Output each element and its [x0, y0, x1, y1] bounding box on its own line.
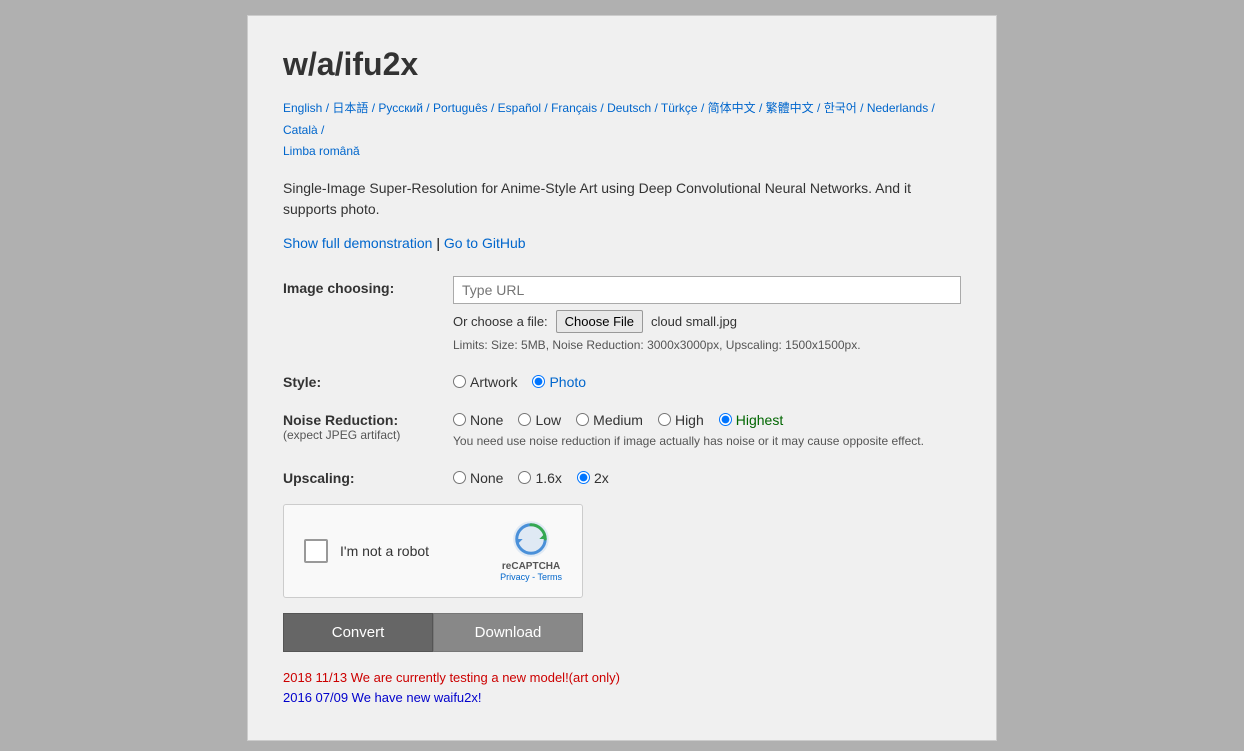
captcha-right: reCAPTCHA Privacy - Terms	[500, 520, 562, 582]
noise-medium-option[interactable]: Medium	[576, 412, 643, 428]
file-name: cloud small.jpg	[651, 314, 737, 329]
upscaling-16x-radio[interactable]	[518, 471, 531, 484]
noise-note: You need use noise reduction if image ac…	[453, 434, 961, 448]
upscaling-none-option[interactable]: None	[453, 470, 503, 486]
url-input[interactable]	[453, 276, 961, 304]
noise-high-option[interactable]: High	[658, 412, 704, 428]
image-choosing-label: Image choosing:	[283, 276, 453, 296]
noise-low-label: Low	[535, 412, 561, 428]
news-item-2: 2016 07/09 We have new waifu2x!	[283, 690, 961, 705]
download-button[interactable]: Download	[433, 613, 583, 652]
captcha-left: I'm not a robot	[304, 539, 429, 563]
style-artwork-option[interactable]: Artwork	[453, 374, 517, 390]
lang-spanish[interactable]: Español	[498, 101, 541, 115]
lang-english[interactable]: English	[283, 101, 322, 115]
lang-romanian[interactable]: Limba română	[283, 144, 360, 158]
upscaling-row: Upscaling: None 1.6x 2x	[283, 466, 961, 486]
style-label: Style:	[283, 370, 453, 390]
upscaling-label: Upscaling:	[283, 466, 453, 486]
noise-reduction-row: Noise Reduction: (expect JPEG artifact) …	[283, 408, 961, 448]
lang-russian[interactable]: Русский	[378, 101, 423, 115]
noise-low-option[interactable]: Low	[518, 412, 561, 428]
style-artwork-radio[interactable]	[453, 375, 466, 388]
buttons-row: Convert Download	[283, 613, 583, 652]
upscaling-2x-label: 2x	[594, 470, 609, 486]
noise-medium-label: Medium	[593, 412, 643, 428]
limits-text: Limits: Size: 5MB, Noise Reduction: 3000…	[453, 338, 961, 352]
choose-file-button[interactable]: Choose File	[556, 310, 643, 333]
noise-none-option[interactable]: None	[453, 412, 503, 428]
noise-reduction-controls: None Low Medium High Highest	[453, 408, 961, 448]
lang-korean[interactable]: 한국어	[824, 101, 857, 115]
image-choosing-row: Image choosing: Or choose a file: Choose…	[283, 276, 961, 352]
lang-portuguese[interactable]: Português	[433, 101, 488, 115]
style-photo-label: Photo	[549, 374, 586, 390]
site-title: w/a/ifu2x	[283, 46, 961, 83]
noise-reduction-sublabel: (expect JPEG artifact)	[283, 428, 453, 442]
show-demo-link[interactable]: Show full demonstration	[283, 235, 432, 251]
convert-button[interactable]: Convert	[283, 613, 433, 652]
description: Single-Image Super-Resolution for Anime-…	[283, 178, 961, 220]
captcha-checkbox[interactable]	[304, 539, 328, 563]
noise-high-label: High	[675, 412, 704, 428]
noise-highest-radio[interactable]	[719, 413, 732, 426]
lang-japanese[interactable]: 日本語	[332, 101, 368, 115]
or-choose-label: Or choose a file:	[453, 314, 548, 329]
captcha-label: I'm not a robot	[340, 543, 429, 559]
noise-none-radio[interactable]	[453, 413, 466, 426]
noise-medium-radio[interactable]	[576, 413, 589, 426]
lang-simplified-chinese[interactable]: 简体中文	[708, 101, 756, 115]
noise-reduction-main-label: Noise Reduction:	[283, 412, 453, 428]
style-row: Style: Artwork Photo	[283, 370, 961, 390]
noise-low-radio[interactable]	[518, 413, 531, 426]
captcha-brand: reCAPTCHA	[500, 561, 562, 572]
captcha-container: I'm not a robot reCAPTCHA Privacy - Term…	[283, 504, 583, 598]
upscaling-none-radio[interactable]	[453, 471, 466, 484]
image-choosing-controls: Or choose a file: Choose File cloud smal…	[453, 276, 961, 352]
news-item-1: 2018 11/13 We are currently testing a ne…	[283, 670, 961, 685]
demo-links: Show full demonstration | Go to GitHub	[283, 235, 961, 251]
noise-highest-label: Highest	[736, 412, 783, 428]
noise-highest-option[interactable]: Highest	[719, 412, 783, 428]
news-link-2[interactable]: 2016 07/09 We have new waifu2x!	[283, 690, 482, 705]
style-artwork-label: Artwork	[470, 374, 517, 390]
upscaling-controls: None 1.6x 2x	[453, 466, 961, 486]
noise-radio-group: None Low Medium High Highest	[453, 408, 961, 428]
lang-dutch[interactable]: Nederlands	[867, 101, 928, 115]
noise-none-label: None	[470, 412, 503, 428]
captcha-links: Privacy - Terms	[500, 572, 562, 582]
github-link[interactable]: Go to GitHub	[444, 235, 526, 251]
upscaling-2x-radio[interactable]	[577, 471, 590, 484]
upscaling-none-label: None	[470, 470, 503, 486]
lang-french[interactable]: Français	[551, 101, 597, 115]
style-controls: Artwork Photo	[453, 370, 961, 390]
recaptcha-icon	[512, 520, 550, 558]
style-photo-radio[interactable]	[532, 375, 545, 388]
upscaling-2x-option[interactable]: 2x	[577, 470, 609, 486]
noise-reduction-label: Noise Reduction: (expect JPEG artifact)	[283, 408, 453, 442]
main-panel: w/a/ifu2x English / 日本語 / Русский / Port…	[247, 15, 997, 741]
lang-turkish[interactable]: Türkçe	[661, 101, 698, 115]
file-chooser-row: Or choose a file: Choose File cloud smal…	[453, 310, 961, 333]
language-bar: English / 日本語 / Русский / Português / Es…	[283, 98, 961, 163]
lang-german[interactable]: Deutsch	[607, 101, 651, 115]
news-link-1[interactable]: 2018 11/13 We are currently testing a ne…	[283, 670, 620, 685]
lang-catalan[interactable]: Català	[283, 123, 318, 137]
upscaling-16x-option[interactable]: 1.6x	[518, 470, 561, 486]
upscaling-16x-label: 1.6x	[535, 470, 561, 486]
style-photo-option[interactable]: Photo	[532, 374, 586, 390]
lang-traditional-chinese[interactable]: 繁體中文	[766, 101, 814, 115]
noise-high-radio[interactable]	[658, 413, 671, 426]
news-section: 2018 11/13 We are currently testing a ne…	[283, 670, 961, 705]
